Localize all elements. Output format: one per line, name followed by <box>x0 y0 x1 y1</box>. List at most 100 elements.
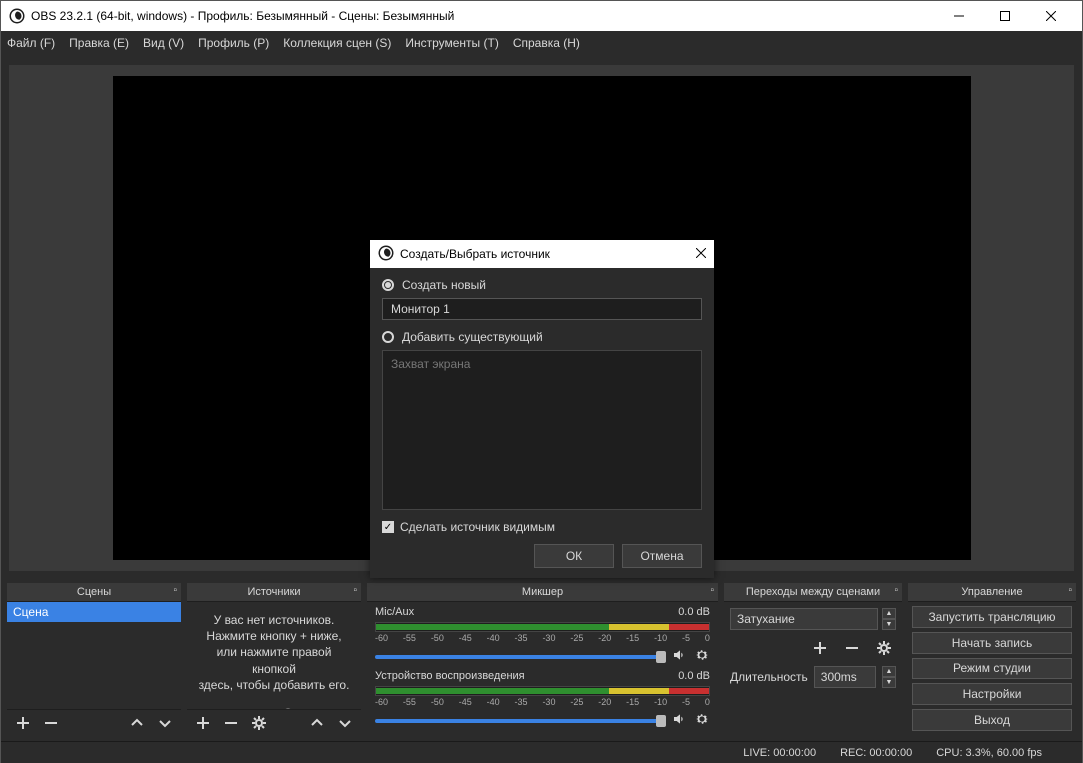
dialog-title-bar: Создать/Выбрать источник <box>370 240 714 268</box>
studio-mode-button[interactable]: Режим студии <box>912 658 1072 680</box>
speaker-icon[interactable] <box>672 647 688 666</box>
settings-button[interactable]: Настройки <box>912 683 1072 705</box>
transition-add-button[interactable] <box>808 638 832 658</box>
scene-up-button[interactable] <box>125 713 149 733</box>
menu-file[interactable]: Файл (F) <box>7 36 55 50</box>
existing-source-item: Захват экрана <box>391 357 470 371</box>
mixer-body: Mic/Aux 0.0 dB -60-55-50-45-40-35-30-25-… <box>367 601 718 735</box>
undock-icon[interactable]: ▫ <box>353 585 357 596</box>
maximize-button[interactable] <box>982 1 1028 31</box>
display-icon <box>249 707 271 709</box>
sources-title: Источники <box>247 586 300 598</box>
gear-icon[interactable] <box>694 647 710 666</box>
status-live: LIVE: 00:00:00 <box>743 747 816 759</box>
undock-icon[interactable]: ▫ <box>894 585 898 596</box>
ok-button[interactable]: ОК <box>534 544 614 568</box>
status-cpu: CPU: 3.3%, 60.00 fps <box>936 747 1042 759</box>
scene-down-button[interactable] <box>153 713 177 733</box>
dock-row: Сцены ▫ Сцена Источники ▫ У вас нет исто… <box>1 581 1082 741</box>
transitions-dock: Переходы между сценами ▫ Затухание ▲▼ Дл… <box>724 583 902 735</box>
transition-select-arrows[interactable]: ▲▼ <box>882 608 896 630</box>
transition-settings-button[interactable] <box>872 638 896 658</box>
obs-logo-icon <box>378 245 394 264</box>
create-source-dialog: Создать/Выбрать источник Создать новый М… <box>370 240 714 578</box>
scenes-title: Сцены <box>77 586 111 598</box>
sources-dock: Источники ▫ У вас нет источников. Нажмит… <box>187 583 361 735</box>
dialog-close-button[interactable] <box>666 247 706 261</box>
cancel-button[interactable]: Отмена <box>622 544 702 568</box>
channel-level: 0.0 dB <box>678 670 710 682</box>
volume-slider[interactable] <box>375 655 666 659</box>
minimize-button[interactable] <box>936 1 982 31</box>
menu-bar: Файл (F) Правка (E) Вид (V) Профиль (P) … <box>1 31 1082 55</box>
channel-level: 0.0 dB <box>678 606 710 618</box>
scene-remove-button[interactable] <box>39 713 63 733</box>
start-stream-button[interactable]: Запустить трансляцию <box>912 606 1072 628</box>
sources-empty-hint: У вас нет источников. Нажмите кнопку + н… <box>187 602 361 703</box>
source-remove-button[interactable] <box>219 713 243 733</box>
meter-ticks: -60-55-50-45-40-35-30-25-20-15-10-50 <box>375 697 710 707</box>
controls-title: Управление <box>961 586 1022 598</box>
duration-input[interactable]: 300ms <box>814 666 876 688</box>
window-title: OBS 23.2.1 (64-bit, windows) - Профиль: … <box>31 9 936 23</box>
status-rec: REC: 00:00:00 <box>840 747 912 759</box>
controls-header: Управление ▫ <box>908 583 1076 601</box>
close-window-button[interactable] <box>1028 1 1074 31</box>
sources-list[interactable]: У вас нет источников. Нажмите кнопку + н… <box>187 601 361 709</box>
transitions-title: Переходы между сценами <box>746 586 880 598</box>
source-add-button[interactable] <box>191 713 215 733</box>
dialog-title: Создать/Выбрать источник <box>400 247 550 261</box>
start-record-button[interactable]: Начать запись <box>912 632 1072 654</box>
menu-help[interactable]: Справка (H) <box>513 36 580 50</box>
meter-ticks: -60-55-50-45-40-35-30-25-20-15-10-50 <box>375 633 710 643</box>
existing-sources-list[interactable]: Захват экрана <box>382 350 702 510</box>
status-bar: LIVE: 00:00:00 REC: 00:00:00 CPU: 3.3%, … <box>1 741 1082 763</box>
sources-header: Источники ▫ <box>187 583 361 601</box>
menu-scene-collection[interactable]: Коллекция сцен (S) <box>283 36 391 50</box>
undock-icon[interactable]: ▫ <box>173 585 177 596</box>
mixer-channel: Mic/Aux 0.0 dB -60-55-50-45-40-35-30-25-… <box>367 602 718 666</box>
source-type-icons <box>187 707 361 709</box>
scenes-dock: Сцены ▫ Сцена <box>7 583 181 735</box>
undock-icon[interactable]: ▫ <box>1068 585 1072 596</box>
exit-button[interactable]: Выход <box>912 709 1072 731</box>
transition-selected: Затухание <box>737 612 795 626</box>
mixer-header: Микшер ▫ <box>367 583 718 601</box>
speaker-icon[interactable] <box>672 711 688 730</box>
mixer-channel: Устройство воспроизведения 0.0 dB -60-55… <box>367 666 718 730</box>
menu-edit[interactable]: Правка (E) <box>69 36 129 50</box>
duration-spin-arrows[interactable]: ▲▼ <box>882 666 896 688</box>
make-visible-checkbox[interactable]: ✓ Сделать источник видимым <box>382 520 702 534</box>
volume-slider[interactable] <box>375 719 666 723</box>
menu-profile[interactable]: Профиль (P) <box>198 36 269 50</box>
menu-tools[interactable]: Инструменты (T) <box>405 36 498 50</box>
scene-add-button[interactable] <box>11 713 35 733</box>
source-settings-button[interactable] <box>247 713 271 733</box>
add-existing-radio[interactable]: Добавить существующий <box>382 330 702 344</box>
obs-logo-icon <box>9 8 25 24</box>
menu-view[interactable]: Вид (V) <box>143 36 184 50</box>
audio-meter <box>375 686 710 696</box>
channel-name: Устройство воспроизведения <box>375 670 525 682</box>
duration-label: Длительность <box>730 670 808 684</box>
transition-select[interactable]: Затухание <box>730 608 878 630</box>
checkbox-icon: ✓ <box>382 521 394 533</box>
gear-icon[interactable] <box>694 711 710 730</box>
make-visible-label: Сделать источник видимым <box>400 520 555 534</box>
source-down-button[interactable] <box>333 713 357 733</box>
radio-icon <box>382 331 394 343</box>
create-new-label: Создать новый <box>402 278 486 292</box>
undock-icon[interactable]: ▫ <box>710 585 714 596</box>
scene-item[interactable]: Сцена <box>7 602 181 622</box>
mixer-dock: Микшер ▫ Mic/Aux 0.0 dB -60-55-50-45-40-… <box>367 583 718 735</box>
scenes-list[interactable]: Сцена <box>7 601 181 709</box>
source-name-input[interactable]: Монитор 1 <box>382 298 702 320</box>
image-icon <box>221 707 243 709</box>
transition-remove-button[interactable] <box>840 638 864 658</box>
source-up-button[interactable] <box>305 713 329 733</box>
create-new-radio[interactable]: Создать новый <box>382 278 702 292</box>
mixer-title: Микшер <box>522 586 563 598</box>
transitions-body: Затухание ▲▼ Длительность 300ms ▲▼ <box>724 601 902 735</box>
camera-icon <box>305 707 327 709</box>
audio-meter <box>375 622 710 632</box>
